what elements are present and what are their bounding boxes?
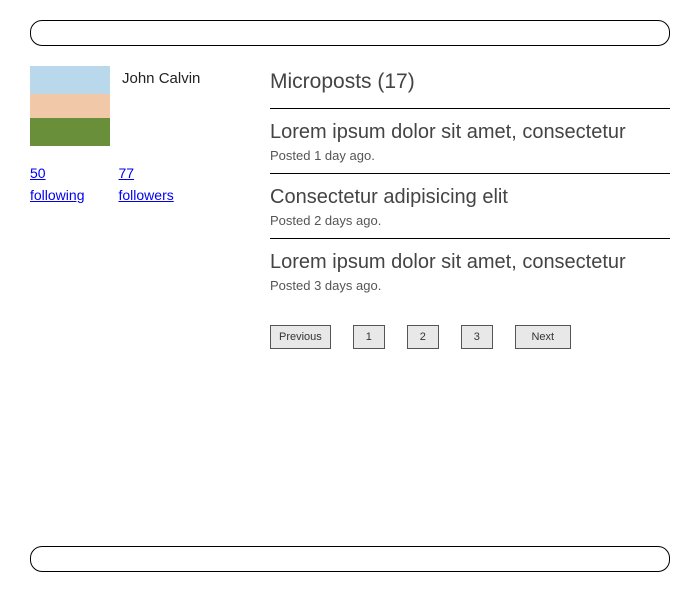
main-panel: Microposts (17) Lorem ipsum dolor sit am… xyxy=(270,66,670,349)
following-stat[interactable]: 50 following xyxy=(30,162,84,207)
stats: 50 following 77 followers xyxy=(30,162,240,207)
top-bar xyxy=(30,20,670,46)
micropost-item: Lorem ipsum dolor sit amet, consectetur … xyxy=(270,108,670,173)
micropost-item: Consectetur adipisicing elit Posted 2 da… xyxy=(270,173,670,238)
micropost-meta: Posted 3 days ago. xyxy=(270,278,670,293)
previous-button[interactable]: Previous xyxy=(270,325,331,349)
micropost-text: Lorem ipsum dolor sit amet, consectetur xyxy=(270,121,670,144)
following-label-link[interactable]: following xyxy=(30,184,84,206)
user-name: John Calvin xyxy=(122,66,200,87)
following-count-link[interactable]: 50 xyxy=(30,162,84,184)
followers-count-link[interactable]: 77 xyxy=(118,162,173,184)
followers-stat[interactable]: 77 followers xyxy=(118,162,173,207)
page-2-button[interactable]: 2 xyxy=(407,325,439,349)
next-button[interactable]: Next xyxy=(515,325,571,349)
followers-label-link[interactable]: followers xyxy=(118,184,173,206)
microposts-count: 17 xyxy=(384,70,407,93)
page-3-button[interactable]: 3 xyxy=(461,325,493,349)
micropost-item: Lorem ipsum dolor sit amet, consectetur … xyxy=(270,238,670,303)
micropost-meta: Posted 1 day ago. xyxy=(270,148,670,163)
microposts-title-text: Microposts xyxy=(270,70,372,93)
pagination: Previous 1 2 3 Next xyxy=(270,325,670,349)
micropost-text: Lorem ipsum dolor sit amet, consectetur xyxy=(270,251,670,274)
profile-row: John Calvin xyxy=(30,66,240,146)
sidebar: John Calvin 50 following 77 followers xyxy=(30,66,240,349)
page-1-button[interactable]: 1 xyxy=(353,325,385,349)
micropost-meta: Posted 2 days ago. xyxy=(270,213,670,228)
microposts-title: Microposts (17) xyxy=(270,70,670,94)
avatar xyxy=(30,66,110,146)
content-area: John Calvin 50 following 77 followers Mi… xyxy=(30,66,670,349)
micropost-text: Consectetur adipisicing elit xyxy=(270,186,670,209)
bottom-bar xyxy=(30,546,670,572)
